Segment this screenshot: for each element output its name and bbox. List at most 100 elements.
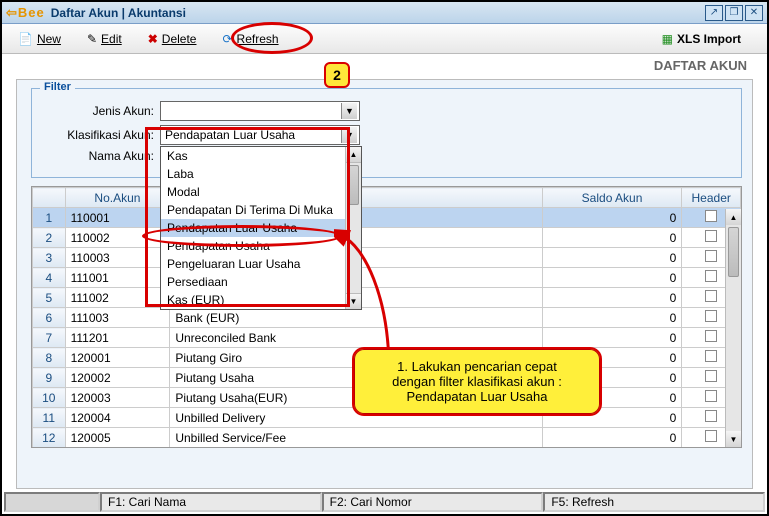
delete-button[interactable]: ✖ Delete <box>140 29 205 49</box>
table-row[interactable]: 41110010 <box>33 268 741 288</box>
dropdown-option[interactable]: Pendapatan Di Terima Di Muka <box>161 201 361 219</box>
app-logo: ⇦Bee <box>6 5 45 21</box>
titlebar: ⇦Bee Daftar Akun | Akuntansi ↗ ❐ ✕ <box>2 2 767 24</box>
chevron-down-icon: ▼ <box>341 103 357 119</box>
filter-legend: Filter <box>40 81 75 93</box>
detach-button[interactable]: ↗ <box>705 5 723 21</box>
new-button[interactable]: 📄 New <box>10 29 69 49</box>
col-rownum[interactable] <box>33 188 66 208</box>
row-number: 11 <box>33 408 66 428</box>
checkbox-icon[interactable] <box>705 410 717 422</box>
xls-import-button[interactable]: ▦ XLS Import <box>654 29 749 49</box>
scroll-down-icon[interactable]: ▼ <box>346 293 361 309</box>
refresh-icon: ⟳ <box>222 32 232 46</box>
jenis-akun-select[interactable]: ▼ <box>160 101 360 121</box>
col-noakun[interactable]: No.Akun <box>65 188 170 208</box>
scroll-thumb[interactable] <box>728 227 739 277</box>
cell-nama: Unbilled Service/Fee <box>170 428 542 448</box>
cell-noakun: 110001 <box>65 208 170 228</box>
row-number: 2 <box>33 228 66 248</box>
dropdown-option[interactable]: Persediaan <box>161 273 361 291</box>
row-number: 12 <box>33 428 66 448</box>
checkbox-icon[interactable] <box>705 250 717 262</box>
toolbar: 📄 New ✎ Edit ✖ Delete ⟳ Refresh ▦ XLS Im… <box>2 24 767 54</box>
checkbox-icon[interactable] <box>705 390 717 402</box>
table-row[interactable]: 7111201Unreconciled Bank0 <box>33 328 741 348</box>
table-row[interactable]: 6111003Bank (EUR)0 <box>33 308 741 328</box>
status-bar: F1: Cari Nama F2: Cari Nomor F5: Refresh <box>4 492 765 512</box>
cell-noakun: 120004 <box>65 408 170 428</box>
col-header[interactable]: Header <box>682 188 741 208</box>
cell-nama: Bank (EUR) <box>170 308 542 328</box>
delete-icon: ✖ <box>148 32 158 46</box>
scroll-up-icon[interactable]: ▲ <box>726 209 741 225</box>
row-number: 5 <box>33 288 66 308</box>
scroll-up-icon[interactable]: ▲ <box>346 147 361 163</box>
klasifikasi-akun-label: Klasifikasi Akun: <box>44 128 154 142</box>
table-row[interactable]: 1110001 0 <box>33 208 741 228</box>
row-number: 6 <box>33 308 66 328</box>
scroll-down-icon[interactable]: ▼ <box>726 431 741 447</box>
col-saldo[interactable]: Saldo Akun <box>542 188 682 208</box>
row-number: 4 <box>33 268 66 288</box>
status-f2: F2: Cari Nomor <box>322 492 544 512</box>
main-panel: Filter Jenis Akun: ▼ Klasifikasi Akun: P… <box>16 79 753 489</box>
dropdown-option[interactable]: Laba <box>161 165 361 183</box>
status-cell-empty <box>4 492 100 512</box>
cell-noakun: 120005 <box>65 428 170 448</box>
table-row[interactable]: 21100020 <box>33 228 741 248</box>
cell-saldo: 0 <box>542 288 682 308</box>
checkbox-icon[interactable] <box>705 210 717 222</box>
dropdown-option[interactable]: Kas <box>161 147 361 165</box>
cell-noakun: 110003 <box>65 248 170 268</box>
klasifikasi-akun-select[interactable]: Pendapatan Luar Usaha ▼ Kas Laba Modal P… <box>160 125 360 145</box>
jenis-akun-label: Jenis Akun: <box>44 104 154 118</box>
klasifikasi-dropdown[interactable]: Kas Laba Modal Pendapatan Di Terima Di M… <box>160 146 362 310</box>
refresh-button[interactable]: ⟳ Refresh <box>214 29 286 49</box>
cell-noakun: 111201 <box>65 328 170 348</box>
dropdown-option[interactable]: Kas (EUR) <box>161 291 361 309</box>
cell-saldo: 0 <box>542 268 682 288</box>
checkbox-icon[interactable] <box>705 350 717 362</box>
scroll-thumb[interactable] <box>348 165 359 205</box>
cell-noakun: 111002 <box>65 288 170 308</box>
chevron-down-icon: ▼ <box>341 127 357 143</box>
checkbox-icon[interactable] <box>705 230 717 242</box>
edit-icon: ✎ <box>87 32 97 46</box>
checkbox-icon[interactable] <box>705 330 717 342</box>
annotation-callout-1: 1. Lakukan pencarian cepatdengan filter … <box>352 347 602 416</box>
window-title: Daftar Akun | Akuntansi <box>51 6 186 20</box>
dropdown-option[interactable]: Pengeluaran Luar Usaha <box>161 255 361 273</box>
close-button[interactable]: ✕ <box>745 5 763 21</box>
table-row[interactable]: 31100030 <box>33 248 741 268</box>
dropdown-option-selected[interactable]: Pendapatan Luar Usaha <box>161 219 361 237</box>
table-row[interactable]: 5111002Bank0 <box>33 288 741 308</box>
table-row[interactable]: 12120005Unbilled Service/Fee0 <box>33 428 741 448</box>
dropdown-option[interactable]: Pendapatan Usaha <box>161 237 361 255</box>
edit-button[interactable]: ✎ Edit <box>79 29 130 49</box>
table-scrollbar[interactable]: ▲ ▼ <box>725 209 741 447</box>
checkbox-icon[interactable] <box>705 430 717 442</box>
nama-akun-label: Nama Akun: <box>44 149 154 163</box>
status-f5: F5: Refresh <box>543 492 765 512</box>
dropdown-option[interactable]: Modal <box>161 183 361 201</box>
checkbox-icon[interactable] <box>705 370 717 382</box>
filter-box: Filter Jenis Akun: ▼ Klasifikasi Akun: P… <box>31 88 742 178</box>
row-number: 9 <box>33 368 66 388</box>
checkbox-icon[interactable] <box>705 290 717 302</box>
cell-saldo: 0 <box>542 308 682 328</box>
new-icon: 📄 <box>18 32 33 46</box>
callout-text: 1. Lakukan pencarian cepatdengan filter … <box>392 359 562 404</box>
row-number: 1 <box>33 208 66 228</box>
checkbox-icon[interactable] <box>705 310 717 322</box>
checkbox-icon[interactable] <box>705 270 717 282</box>
status-f1: F1: Cari Nama <box>100 492 322 512</box>
row-number: 10 <box>33 388 66 408</box>
cell-noakun: 120002 <box>65 368 170 388</box>
cell-saldo: 0 <box>542 208 682 228</box>
dropdown-scrollbar[interactable]: ▲ ▼ <box>345 147 361 309</box>
cell-saldo: 0 <box>542 328 682 348</box>
row-number: 3 <box>33 248 66 268</box>
maximize-button[interactable]: ❐ <box>725 5 743 21</box>
table-header-row: No.Akun Saldo Akun Header <box>33 188 741 208</box>
